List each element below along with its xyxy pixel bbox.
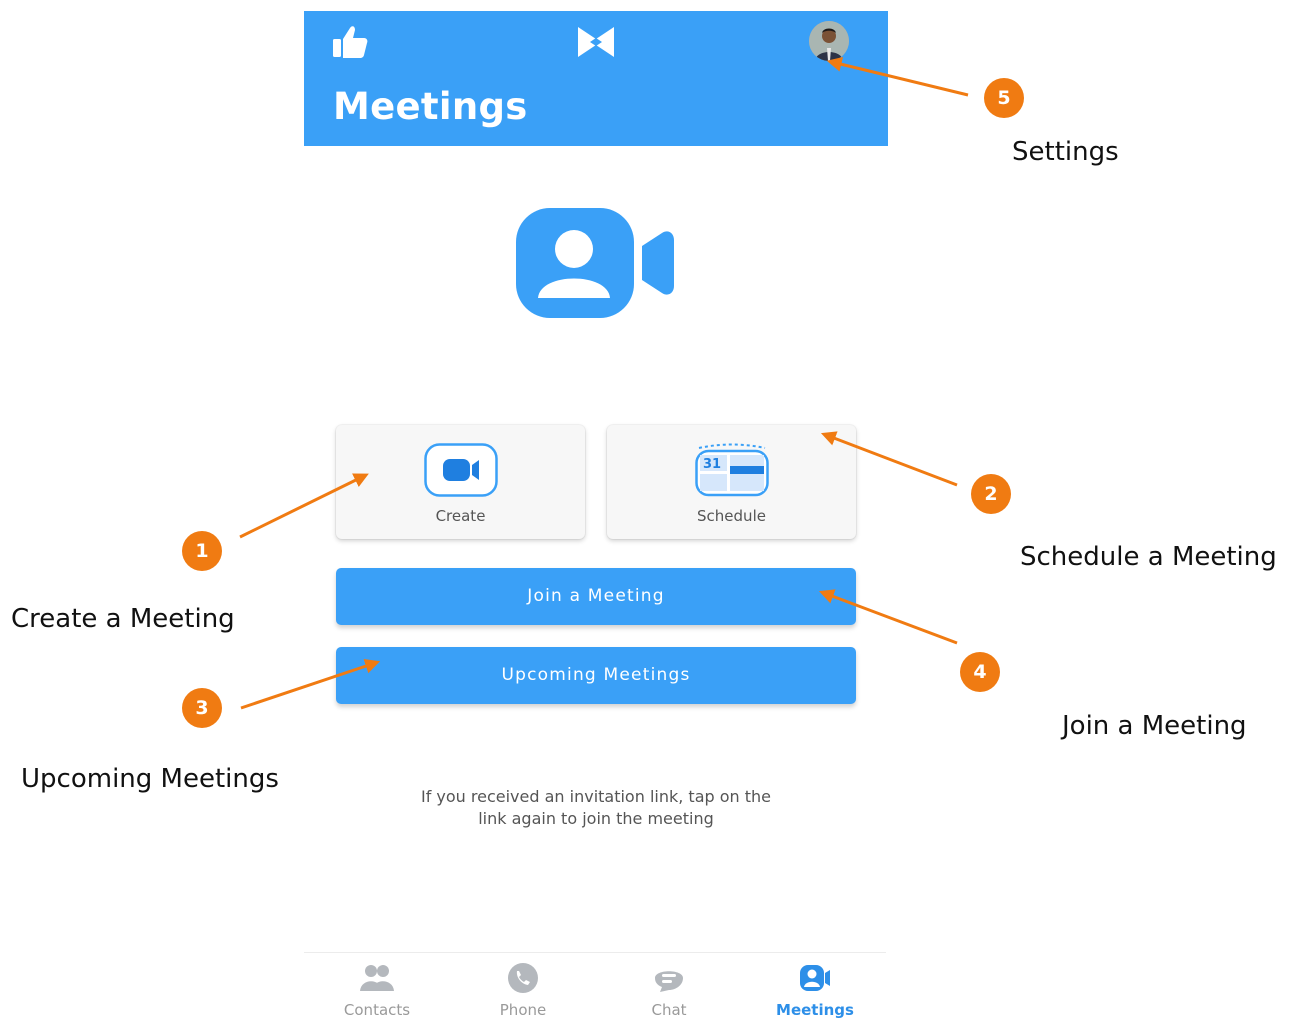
avatar-photo-icon bbox=[809, 21, 849, 61]
contacts-icon bbox=[360, 965, 394, 991]
schedule-meeting-card[interactable]: 31 Schedule bbox=[607, 425, 856, 539]
join-meeting-button[interactable]: Join a Meeting bbox=[336, 568, 856, 625]
calendar-day: 31 bbox=[703, 457, 721, 472]
annotation-badge-1: 1 bbox=[182, 531, 222, 571]
profile-avatar[interactable] bbox=[809, 21, 849, 61]
upcoming-meetings-button[interactable]: Upcoming Meetings bbox=[336, 647, 856, 704]
meetings-hero-icon bbox=[516, 208, 674, 318]
tab-label: Phone bbox=[499, 1001, 547, 1019]
annotation-schedule-meeting: Schedule a Meeting bbox=[1020, 542, 1277, 572]
app-header: Meetings bbox=[304, 11, 888, 146]
tab-label: Chat bbox=[651, 1001, 687, 1019]
tab-phone[interactable]: Phone bbox=[450, 953, 596, 1019]
annotation-badge-4: 4 bbox=[960, 652, 1000, 692]
meetings-icon bbox=[800, 965, 830, 991]
create-meeting-card[interactable]: Create bbox=[336, 425, 585, 539]
chat-icon bbox=[655, 971, 683, 992]
bottom-tab-bar: Contacts Phone Chat Meetings bbox=[304, 952, 888, 1019]
invitation-info-text: If you received an invitation link, tap … bbox=[396, 786, 796, 830]
annotation-badge-2: 2 bbox=[971, 474, 1011, 514]
tab-chat[interactable]: Chat bbox=[596, 953, 742, 1019]
tab-label: Meetings bbox=[776, 1001, 854, 1019]
video-camera-icon bbox=[424, 443, 498, 497]
calendar-icon: 31 bbox=[695, 443, 769, 497]
annotation-badge-3: 3 bbox=[182, 688, 222, 728]
annotation-join-meeting: Join a Meeting bbox=[1062, 711, 1247, 741]
page-title: Meetings bbox=[333, 85, 528, 128]
thumbs-up-icon[interactable] bbox=[331, 23, 369, 61]
annotation-create-meeting: Create a Meeting bbox=[11, 604, 235, 634]
annotation-settings: Settings bbox=[1012, 137, 1119, 167]
tab-meetings[interactable]: Meetings bbox=[742, 953, 888, 1019]
annotation-badge-5: 5 bbox=[984, 78, 1024, 118]
annotation-upcoming-meetings: Upcoming Meetings bbox=[21, 764, 279, 794]
create-label: Create bbox=[435, 507, 486, 525]
schedule-label: Schedule bbox=[697, 507, 766, 525]
info-line-1: If you received an invitation link, tap … bbox=[420, 787, 772, 806]
phone-icon bbox=[508, 963, 538, 993]
info-line-2: link again to join the meeting bbox=[478, 809, 714, 828]
app-logo-icon bbox=[578, 27, 614, 57]
tab-label: Contacts bbox=[343, 1001, 411, 1019]
tab-contacts[interactable]: Contacts bbox=[304, 953, 450, 1019]
